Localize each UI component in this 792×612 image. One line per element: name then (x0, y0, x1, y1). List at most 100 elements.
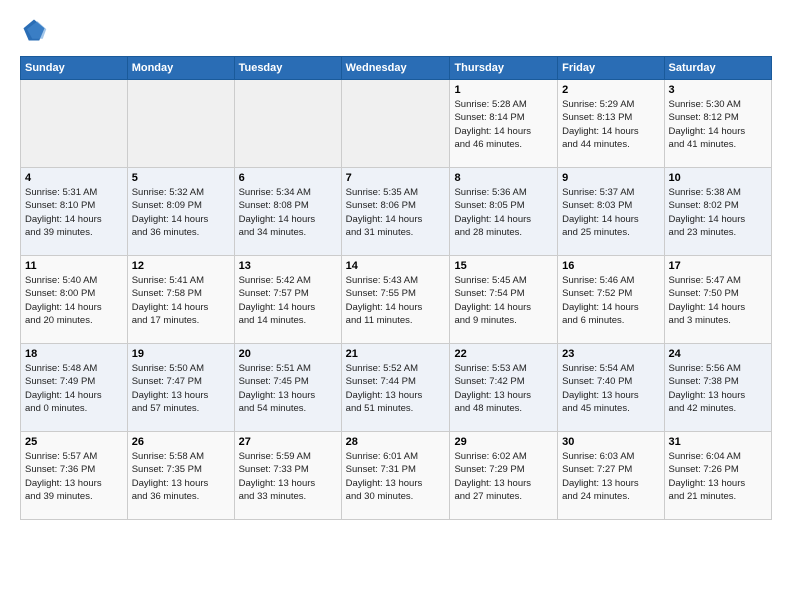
logo-icon (20, 16, 48, 44)
day-number: 7 (346, 172, 446, 184)
week-row-3: 11 Sunrise: 5:40 AM Sunset: 8:00 PM Dayli… (21, 256, 772, 344)
day-number: 3 (669, 84, 767, 96)
day-number: 31 (669, 436, 767, 448)
day-cell: 23 Sunrise: 5:54 AM Sunset: 7:40 PM Dayli… (558, 344, 664, 432)
day-info: Sunrise: 5:56 AM Sunset: 7:38 PM Dayligh… (669, 362, 767, 415)
day-number: 9 (562, 172, 659, 184)
day-number: 2 (562, 84, 659, 96)
day-info: Sunrise: 5:40 AM Sunset: 8:00 PM Dayligh… (25, 274, 123, 327)
day-number: 29 (454, 436, 553, 448)
day-info: Sunrise: 5:36 AM Sunset: 8:05 PM Dayligh… (454, 186, 553, 239)
day-cell: 13 Sunrise: 5:42 AM Sunset: 7:57 PM Dayli… (234, 256, 341, 344)
day-number: 8 (454, 172, 553, 184)
week-row-1: 1Sunrise: 5:28 AM Sunset: 8:14 PM Daylig… (21, 80, 772, 168)
day-number: 27 (239, 436, 337, 448)
day-info: Sunrise: 6:02 AM Sunset: 7:29 PM Dayligh… (454, 450, 553, 503)
day-number: 25 (25, 436, 123, 448)
day-cell: 5 Sunrise: 5:32 AM Sunset: 8:09 PM Daylig… (127, 168, 234, 256)
day-info: Sunrise: 5:52 AM Sunset: 7:44 PM Dayligh… (346, 362, 446, 415)
day-info: Sunrise: 5:38 AM Sunset: 8:02 PM Dayligh… (669, 186, 767, 239)
day-info: Sunrise: 5:28 AM Sunset: 8:14 PM Dayligh… (454, 98, 553, 151)
day-info: Sunrise: 5:54 AM Sunset: 7:40 PM Dayligh… (562, 362, 659, 415)
day-cell: 30 Sunrise: 6:03 AM Sunset: 7:27 PM Dayli… (558, 432, 664, 520)
day-cell: 24 Sunrise: 5:56 AM Sunset: 7:38 PM Dayli… (664, 344, 771, 432)
day-number: 28 (346, 436, 446, 448)
day-number: 6 (239, 172, 337, 184)
day-cell: 17Sunrise: 5:47 AM Sunset: 7:50 PM Dayli… (664, 256, 771, 344)
day-info: Sunrise: 5:53 AM Sunset: 7:42 PM Dayligh… (454, 362, 553, 415)
day-cell (341, 80, 450, 168)
day-number: 18 (25, 348, 123, 360)
day-number: 13 (239, 260, 337, 272)
day-cell: 2 Sunrise: 5:29 AM Sunset: 8:13 PM Daylig… (558, 80, 664, 168)
calendar-body: 1Sunrise: 5:28 AM Sunset: 8:14 PM Daylig… (21, 80, 772, 520)
day-info: Sunrise: 5:35 AM Sunset: 8:06 PM Dayligh… (346, 186, 446, 239)
header-wednesday: Wednesday (341, 57, 450, 80)
day-number: 19 (132, 348, 230, 360)
day-cell: 19 Sunrise: 5:50 AM Sunset: 7:47 PM Dayli… (127, 344, 234, 432)
header-friday: Friday (558, 57, 664, 80)
header-saturday: Saturday (664, 57, 771, 80)
day-number: 15 (454, 260, 553, 272)
header-thursday: Thursday (450, 57, 558, 80)
logo (20, 16, 52, 44)
day-info: Sunrise: 5:51 AM Sunset: 7:45 PM Dayligh… (239, 362, 337, 415)
day-cell: 7 Sunrise: 5:35 AM Sunset: 8:06 PM Daylig… (341, 168, 450, 256)
day-cell (127, 80, 234, 168)
day-info: Sunrise: 5:31 AM Sunset: 8:10 PM Dayligh… (25, 186, 123, 239)
week-row-4: 18 Sunrise: 5:48 AM Sunset: 7:49 PM Dayli… (21, 344, 772, 432)
week-row-2: 4Sunrise: 5:31 AM Sunset: 8:10 PM Daylig… (21, 168, 772, 256)
day-number: 21 (346, 348, 446, 360)
day-cell: 21 Sunrise: 5:52 AM Sunset: 7:44 PM Dayli… (341, 344, 450, 432)
day-number: 5 (132, 172, 230, 184)
day-cell: 9 Sunrise: 5:37 AM Sunset: 8:03 PM Daylig… (558, 168, 664, 256)
day-info: Sunrise: 5:37 AM Sunset: 8:03 PM Dayligh… (562, 186, 659, 239)
day-cell: 8 Sunrise: 5:36 AM Sunset: 8:05 PM Daylig… (450, 168, 558, 256)
day-info: Sunrise: 6:03 AM Sunset: 7:27 PM Dayligh… (562, 450, 659, 503)
day-info: Sunrise: 5:46 AM Sunset: 7:52 PM Dayligh… (562, 274, 659, 327)
day-number: 22 (454, 348, 553, 360)
day-info: Sunrise: 6:04 AM Sunset: 7:26 PM Dayligh… (669, 450, 767, 503)
header (20, 16, 772, 44)
week-row-5: 25Sunrise: 5:57 AM Sunset: 7:36 PM Dayli… (21, 432, 772, 520)
day-info: Sunrise: 5:48 AM Sunset: 7:49 PM Dayligh… (25, 362, 123, 415)
day-number: 30 (562, 436, 659, 448)
day-number: 11 (25, 260, 123, 272)
day-number: 17 (669, 260, 767, 272)
day-cell: 3 Sunrise: 5:30 AM Sunset: 8:12 PM Daylig… (664, 80, 771, 168)
day-info: Sunrise: 5:42 AM Sunset: 7:57 PM Dayligh… (239, 274, 337, 327)
day-number: 16 (562, 260, 659, 272)
day-number: 14 (346, 260, 446, 272)
header-sunday: Sunday (21, 57, 128, 80)
day-cell: 16 Sunrise: 5:46 AM Sunset: 7:52 PM Dayli… (558, 256, 664, 344)
day-cell: 25Sunrise: 5:57 AM Sunset: 7:36 PM Dayli… (21, 432, 128, 520)
day-cell: 18 Sunrise: 5:48 AM Sunset: 7:49 PM Dayli… (21, 344, 128, 432)
day-cell: 29 Sunrise: 6:02 AM Sunset: 7:29 PM Dayli… (450, 432, 558, 520)
day-cell: 27 Sunrise: 5:59 AM Sunset: 7:33 PM Dayli… (234, 432, 341, 520)
day-info: Sunrise: 5:29 AM Sunset: 8:13 PM Dayligh… (562, 98, 659, 151)
day-cell: 10 Sunrise: 5:38 AM Sunset: 8:02 PM Dayli… (664, 168, 771, 256)
header-tuesday: Tuesday (234, 57, 341, 80)
day-number: 12 (132, 260, 230, 272)
day-info: Sunrise: 5:50 AM Sunset: 7:47 PM Dayligh… (132, 362, 230, 415)
day-cell (21, 80, 128, 168)
page: SundayMondayTuesdayWednesdayThursdayFrid… (0, 0, 792, 612)
day-number: 20 (239, 348, 337, 360)
day-number: 23 (562, 348, 659, 360)
calendar-header: SundayMondayTuesdayWednesdayThursdayFrid… (21, 57, 772, 80)
day-number: 10 (669, 172, 767, 184)
day-cell: 1Sunrise: 5:28 AM Sunset: 8:14 PM Daylig… (450, 80, 558, 168)
day-cell: 11 Sunrise: 5:40 AM Sunset: 8:00 PM Dayli… (21, 256, 128, 344)
header-row: SundayMondayTuesdayWednesdayThursdayFrid… (21, 57, 772, 80)
day-info: Sunrise: 5:58 AM Sunset: 7:35 PM Dayligh… (132, 450, 230, 503)
day-info: Sunrise: 5:30 AM Sunset: 8:12 PM Dayligh… (669, 98, 767, 151)
day-info: Sunrise: 5:32 AM Sunset: 8:09 PM Dayligh… (132, 186, 230, 239)
header-monday: Monday (127, 57, 234, 80)
day-info: Sunrise: 5:59 AM Sunset: 7:33 PM Dayligh… (239, 450, 337, 503)
day-number: 24 (669, 348, 767, 360)
day-cell: 4Sunrise: 5:31 AM Sunset: 8:10 PM Daylig… (21, 168, 128, 256)
day-info: Sunrise: 5:43 AM Sunset: 7:55 PM Dayligh… (346, 274, 446, 327)
day-cell: 15Sunrise: 5:45 AM Sunset: 7:54 PM Dayli… (450, 256, 558, 344)
day-cell: 20 Sunrise: 5:51 AM Sunset: 7:45 PM Dayli… (234, 344, 341, 432)
day-number: 26 (132, 436, 230, 448)
